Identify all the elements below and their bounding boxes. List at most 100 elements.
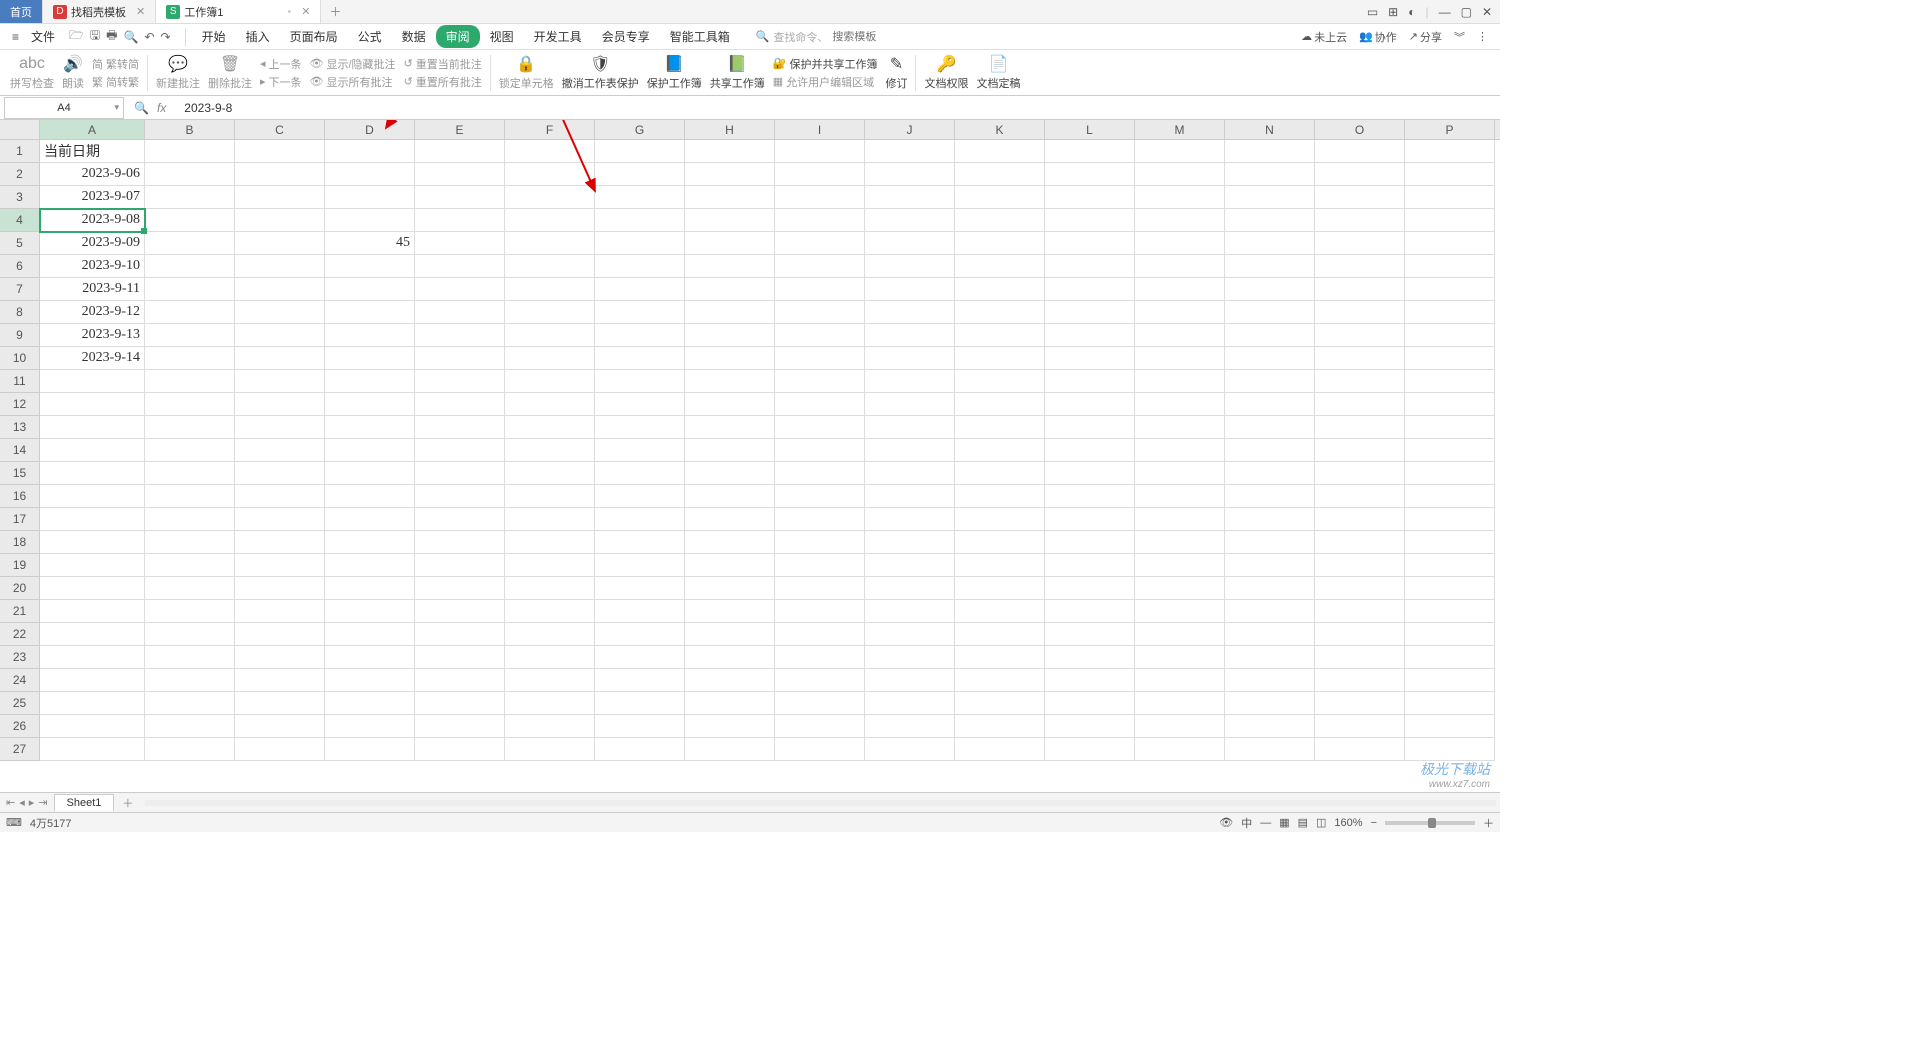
cell-C3[interactable] — [235, 186, 325, 209]
cell-M27[interactable] — [1135, 738, 1225, 761]
cell-J12[interactable] — [865, 393, 955, 416]
cell-D5[interactable]: 45 — [325, 232, 415, 255]
cell-P16[interactable] — [1405, 485, 1495, 508]
cell-B26[interactable] — [145, 715, 235, 738]
cell-A22[interactable] — [40, 623, 145, 646]
cell-I19[interactable] — [775, 554, 865, 577]
cell-J24[interactable] — [865, 669, 955, 692]
cell-N15[interactable] — [1225, 462, 1315, 485]
cell-E18[interactable] — [415, 531, 505, 554]
cell-D13[interactable] — [325, 416, 415, 439]
cell-P14[interactable] — [1405, 439, 1495, 462]
zoom-value[interactable]: 160% — [1334, 817, 1362, 829]
cell-O11[interactable] — [1315, 370, 1405, 393]
cell-I27[interactable] — [775, 738, 865, 761]
cell-M15[interactable] — [1135, 462, 1225, 485]
cell-E5[interactable] — [415, 232, 505, 255]
cell-L6[interactable] — [1045, 255, 1135, 278]
cell-E23[interactable] — [415, 646, 505, 669]
column-header-O[interactable]: O — [1315, 120, 1405, 139]
cell-O10[interactable] — [1315, 347, 1405, 370]
cell-D17[interactable] — [325, 508, 415, 531]
cell-J20[interactable] — [865, 577, 955, 600]
cell-H15[interactable] — [685, 462, 775, 485]
cell-F18[interactable] — [505, 531, 595, 554]
cell-D16[interactable] — [325, 485, 415, 508]
cell-N7[interactable] — [1225, 278, 1315, 301]
row-header-1[interactable]: 1 — [0, 140, 39, 163]
cell-G21[interactable] — [595, 600, 685, 623]
cell-J3[interactable] — [865, 186, 955, 209]
apps-icon[interactable]: ⊞ — [1388, 5, 1398, 19]
cell-H5[interactable] — [685, 232, 775, 255]
row-header-12[interactable]: 12 — [0, 393, 39, 416]
cell-A9[interactable]: 2023-9-13 — [40, 324, 145, 347]
cell-D26[interactable] — [325, 715, 415, 738]
cell-N8[interactable] — [1225, 301, 1315, 324]
cell-L5[interactable] — [1045, 232, 1135, 255]
column-header-K[interactable]: K — [955, 120, 1045, 139]
cell-D1[interactable] — [325, 140, 415, 163]
row-header-24[interactable]: 24 — [0, 669, 39, 692]
cell-N9[interactable] — [1225, 324, 1315, 347]
cell-P4[interactable] — [1405, 209, 1495, 232]
lang-icon[interactable]: 中 — [1241, 815, 1252, 831]
cell-E14[interactable] — [415, 439, 505, 462]
cell-L27[interactable] — [1045, 738, 1135, 761]
horizontal-scrollbar[interactable] — [145, 797, 1496, 809]
track-changes-button[interactable]: ✎修订 — [881, 52, 911, 93]
column-header-B[interactable]: B — [145, 120, 235, 139]
cell-B7[interactable] — [145, 278, 235, 301]
row-header-20[interactable]: 20 — [0, 577, 39, 600]
cell-I8[interactable] — [775, 301, 865, 324]
cell-O25[interactable] — [1315, 692, 1405, 715]
cell-G24[interactable] — [595, 669, 685, 692]
cell-F19[interactable] — [505, 554, 595, 577]
cell-I1[interactable] — [775, 140, 865, 163]
cell-A21[interactable] — [40, 600, 145, 623]
save-icon[interactable]: 🖫 — [90, 26, 100, 47]
cell-P24[interactable] — [1405, 669, 1495, 692]
cell-E7[interactable] — [415, 278, 505, 301]
cell-B9[interactable] — [145, 324, 235, 347]
cell-J17[interactable] — [865, 508, 955, 531]
cell-K25[interactable] — [955, 692, 1045, 715]
hamburger-icon[interactable]: ≡ — [6, 30, 25, 44]
cell-B10[interactable] — [145, 347, 235, 370]
cell-L20[interactable] — [1045, 577, 1135, 600]
cell-C4[interactable] — [235, 209, 325, 232]
cell-I3[interactable] — [775, 186, 865, 209]
cell-C25[interactable] — [235, 692, 325, 715]
cell-C27[interactable] — [235, 738, 325, 761]
doc-permission-button[interactable]: 🔑文档权限 — [920, 52, 972, 93]
cell-M5[interactable] — [1135, 232, 1225, 255]
cell-L14[interactable] — [1045, 439, 1135, 462]
show-all-comments[interactable]: 👁显示所有批注 — [310, 74, 396, 90]
cell-K4[interactable] — [955, 209, 1045, 232]
cell-K24[interactable] — [955, 669, 1045, 692]
cell-M8[interactable] — [1135, 301, 1225, 324]
cell-P20[interactable] — [1405, 577, 1495, 600]
coop-button[interactable]: 👥协作 — [1359, 29, 1397, 45]
cell-H9[interactable] — [685, 324, 775, 347]
cell-J16[interactable] — [865, 485, 955, 508]
cell-H14[interactable] — [685, 439, 775, 462]
cell-K22[interactable] — [955, 623, 1045, 646]
cell-A20[interactable] — [40, 577, 145, 600]
cell-E22[interactable] — [415, 623, 505, 646]
cell-P9[interactable] — [1405, 324, 1495, 347]
cell-J27[interactable] — [865, 738, 955, 761]
cell-A26[interactable] — [40, 715, 145, 738]
cell-D20[interactable] — [325, 577, 415, 600]
cell-B14[interactable] — [145, 439, 235, 462]
cell-F17[interactable] — [505, 508, 595, 531]
cell-I26[interactable] — [775, 715, 865, 738]
cell-F23[interactable] — [505, 646, 595, 669]
chevron-down-icon[interactable]: ︾ — [1454, 29, 1465, 45]
cell-C1[interactable] — [235, 140, 325, 163]
cell-O15[interactable] — [1315, 462, 1405, 485]
cell-K2[interactable] — [955, 163, 1045, 186]
cell-K9[interactable] — [955, 324, 1045, 347]
cell-G6[interactable] — [595, 255, 685, 278]
cloud-status[interactable]: ☁未上云 — [1301, 29, 1347, 45]
